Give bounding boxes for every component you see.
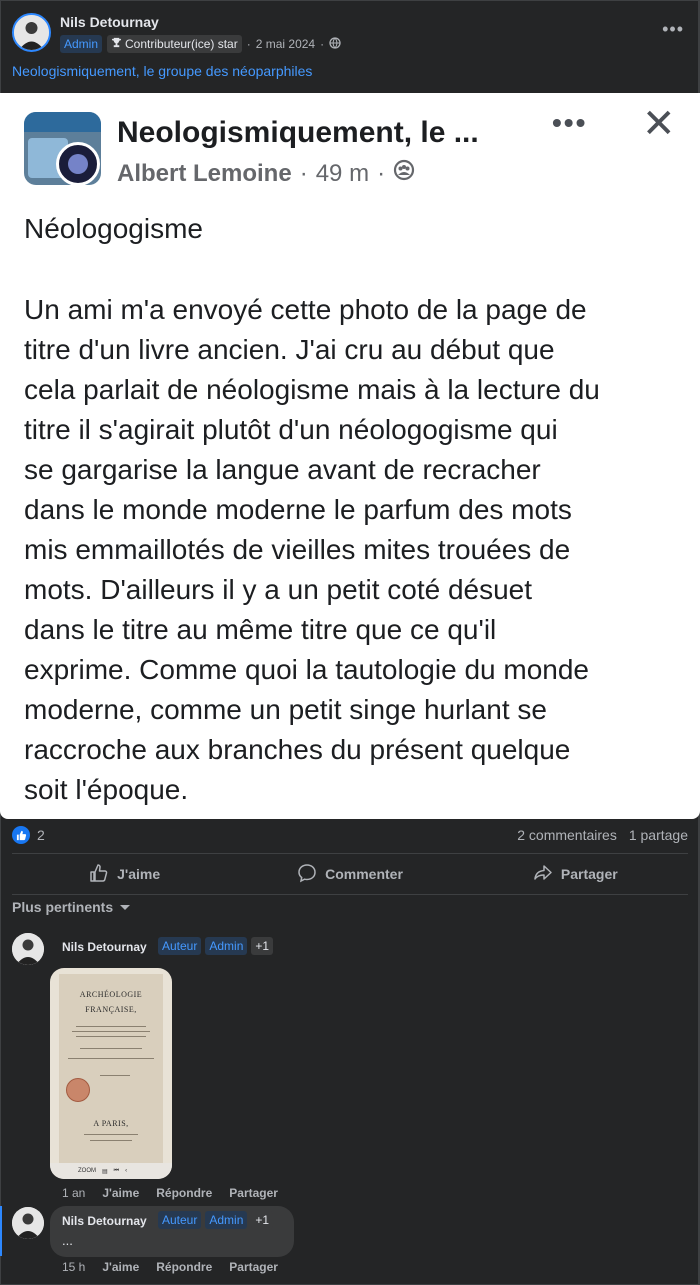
comment-label: Commenter	[325, 866, 403, 882]
globe-icon	[329, 36, 341, 52]
engagement-counts: 2 commentaires 1 partage	[517, 827, 688, 843]
book-title: ARCHÉOLOGIE FRANÇAISE,	[50, 989, 172, 1015]
more-badges[interactable]: +1	[251, 1211, 274, 1229]
comment-reply-button[interactable]: Répondre	[156, 1186, 212, 1200]
shared-line: titre d'un livre ancien. J'ai cru au déb…	[24, 334, 555, 365]
commenter-avatar[interactable]	[12, 1207, 44, 1239]
share-label: Partager	[560, 866, 618, 882]
comment-sort-dropdown[interactable]: Plus pertinents	[12, 899, 131, 915]
comment-time[interactable]: 15 h	[62, 1260, 85, 1274]
viewer-toolbar: ZOOM ▤ ⏮ ‹	[50, 1163, 172, 1179]
shared-post-image[interactable]: Neologismiquement, le ... Albert Lemoine…	[0, 93, 700, 819]
comment-photo[interactable]: ARCHÉOLOGIE FRANÇAISE, A PARIS, ZOOM ▤ ⏮…	[50, 968, 172, 1179]
group-privacy-icon	[393, 159, 415, 188]
thumbs-up-icon	[89, 863, 109, 886]
like-reaction-icon[interactable]	[12, 826, 30, 844]
commenter-avatar[interactable]	[12, 933, 44, 965]
separator: ·	[299, 159, 308, 187]
shared-line: Un ami m'a envoyé cette photo de la page…	[24, 294, 587, 325]
comment-time[interactable]: 1 an	[62, 1186, 85, 1200]
separator: ·	[246, 37, 251, 51]
contributor-label: Contributeur(ice) star	[125, 37, 238, 51]
admin-badge[interactable]: Admin	[60, 35, 103, 53]
shared-line: mots. D'ailleurs il y a un petit coté dé…	[24, 574, 533, 605]
comment-share-button[interactable]: Partager	[229, 1186, 278, 1200]
author-name[interactable]: Nils Detournay	[60, 14, 159, 30]
contributor-badge[interactable]: Contributeur(ice) star	[107, 35, 242, 53]
comment-actions: 1 an J'aime Répondre Partager	[62, 1186, 278, 1200]
post-meta: Admin Contributeur(ice) star · 2 mai 202…	[60, 34, 341, 54]
group-thumbnail	[24, 112, 101, 185]
comment-badges: Auteur Admin +1	[158, 937, 274, 955]
author-badge[interactable]: Auteur	[158, 937, 202, 955]
separator: ·	[320, 37, 325, 51]
book-imprint: A PARIS,	[93, 1119, 129, 1128]
share-count[interactable]: 1 partage	[629, 827, 688, 843]
shared-time: 49 m	[315, 159, 370, 187]
comment-like-button[interactable]: J'aime	[102, 1260, 139, 1274]
shared-line: mis emmaillotés de vieilles mites trouée…	[24, 534, 571, 565]
shared-body: Un ami m'a envoyé cette photo de la page…	[24, 290, 694, 810]
shared-line: dans le monde moderne le parfum des mots	[24, 494, 572, 525]
comment-author[interactable]: Nils Detournay	[62, 1214, 147, 1228]
comment-share-button[interactable]: Partager	[229, 1260, 278, 1274]
post-date[interactable]: 2 mai 2024	[256, 37, 315, 51]
shared-line: dans le titre au même titre que ce qu'il	[24, 614, 497, 645]
shared-close-icon: ✕	[642, 102, 676, 146]
comment-actions: 15 h J'aime Répondre Partager	[62, 1260, 278, 1274]
share-icon	[533, 863, 553, 886]
like-label: J'aime	[117, 866, 161, 882]
post-more-button[interactable]: •••	[662, 19, 684, 40]
comment-like-button[interactable]: J'aime	[102, 1186, 139, 1200]
comment-count[interactable]: 2 commentaires	[517, 827, 617, 843]
shared-meta: Albert Lemoine · 49 m ·	[117, 159, 415, 188]
reactions-row: 2 2 commentaires 1 partage	[12, 826, 688, 846]
trophy-icon	[111, 37, 122, 51]
comment-text: ...	[62, 1233, 73, 1248]
more-badges[interactable]: +1	[251, 937, 274, 955]
author-avatar[interactable]	[12, 13, 51, 52]
first-page-icon: ⏮	[113, 1167, 120, 1174]
post-header: Nils Detournay Admin Contributeur(ice) s…	[12, 13, 692, 61]
book-title-line: FRANÇAISE,	[85, 1005, 137, 1014]
shared-line: se gargarise la langue avant de recrache…	[24, 454, 541, 485]
reaction-count[interactable]: 2	[37, 827, 45, 843]
zoom-label: ZOOM	[78, 1168, 96, 1174]
comment-icon	[297, 863, 317, 886]
shared-line: moderne, comme un petit singe hurlant se	[24, 694, 547, 725]
shared-heading: Néologogisme	[24, 213, 203, 244]
divider	[12, 894, 688, 895]
comment-author[interactable]: Nils Detournay	[62, 940, 147, 954]
separator: ·	[377, 159, 386, 187]
library-stamp	[66, 1078, 90, 1102]
shared-line: soit l'époque.	[24, 774, 189, 805]
caret-down-icon	[119, 899, 131, 915]
highlight-bar	[0, 1206, 2, 1256]
shared-more-icon: •••	[552, 107, 588, 138]
share-button[interactable]: Partager	[463, 856, 688, 892]
admin-badge[interactable]: Admin	[205, 1211, 248, 1229]
author-badge[interactable]: Auteur	[158, 1211, 202, 1229]
book-icon: ▤	[102, 1168, 108, 1175]
book-title-line: ARCHÉOLOGIE	[79, 990, 143, 999]
shared-line: raccroche aux branches du présent quelqu…	[24, 734, 571, 765]
shared-line: exprime. Comme quoi la tautologie du mon…	[24, 654, 589, 685]
comment-button[interactable]: Commenter	[237, 856, 462, 892]
comment-badges: Auteur Admin +1	[158, 1211, 274, 1229]
action-bar: J'aime Commenter Partager	[12, 856, 688, 892]
divider	[12, 853, 688, 854]
prev-icon: ‹	[125, 1168, 128, 1174]
group-link[interactable]: Neologismiquement, le groupe des néoparp…	[12, 63, 312, 79]
shared-line: cela parlait de néologisme mais à la lec…	[24, 374, 600, 405]
shared-line: titre il s'agirait plutôt d'un néologogi…	[24, 414, 558, 445]
shared-group-title: Neologismiquement, le ...	[117, 116, 479, 149]
comment-reply-button[interactable]: Répondre	[156, 1260, 212, 1274]
sort-label: Plus pertinents	[12, 899, 114, 915]
like-button[interactable]: J'aime	[12, 856, 237, 892]
shared-author: Albert Lemoine	[117, 159, 292, 187]
admin-badge[interactable]: Admin	[205, 937, 248, 955]
